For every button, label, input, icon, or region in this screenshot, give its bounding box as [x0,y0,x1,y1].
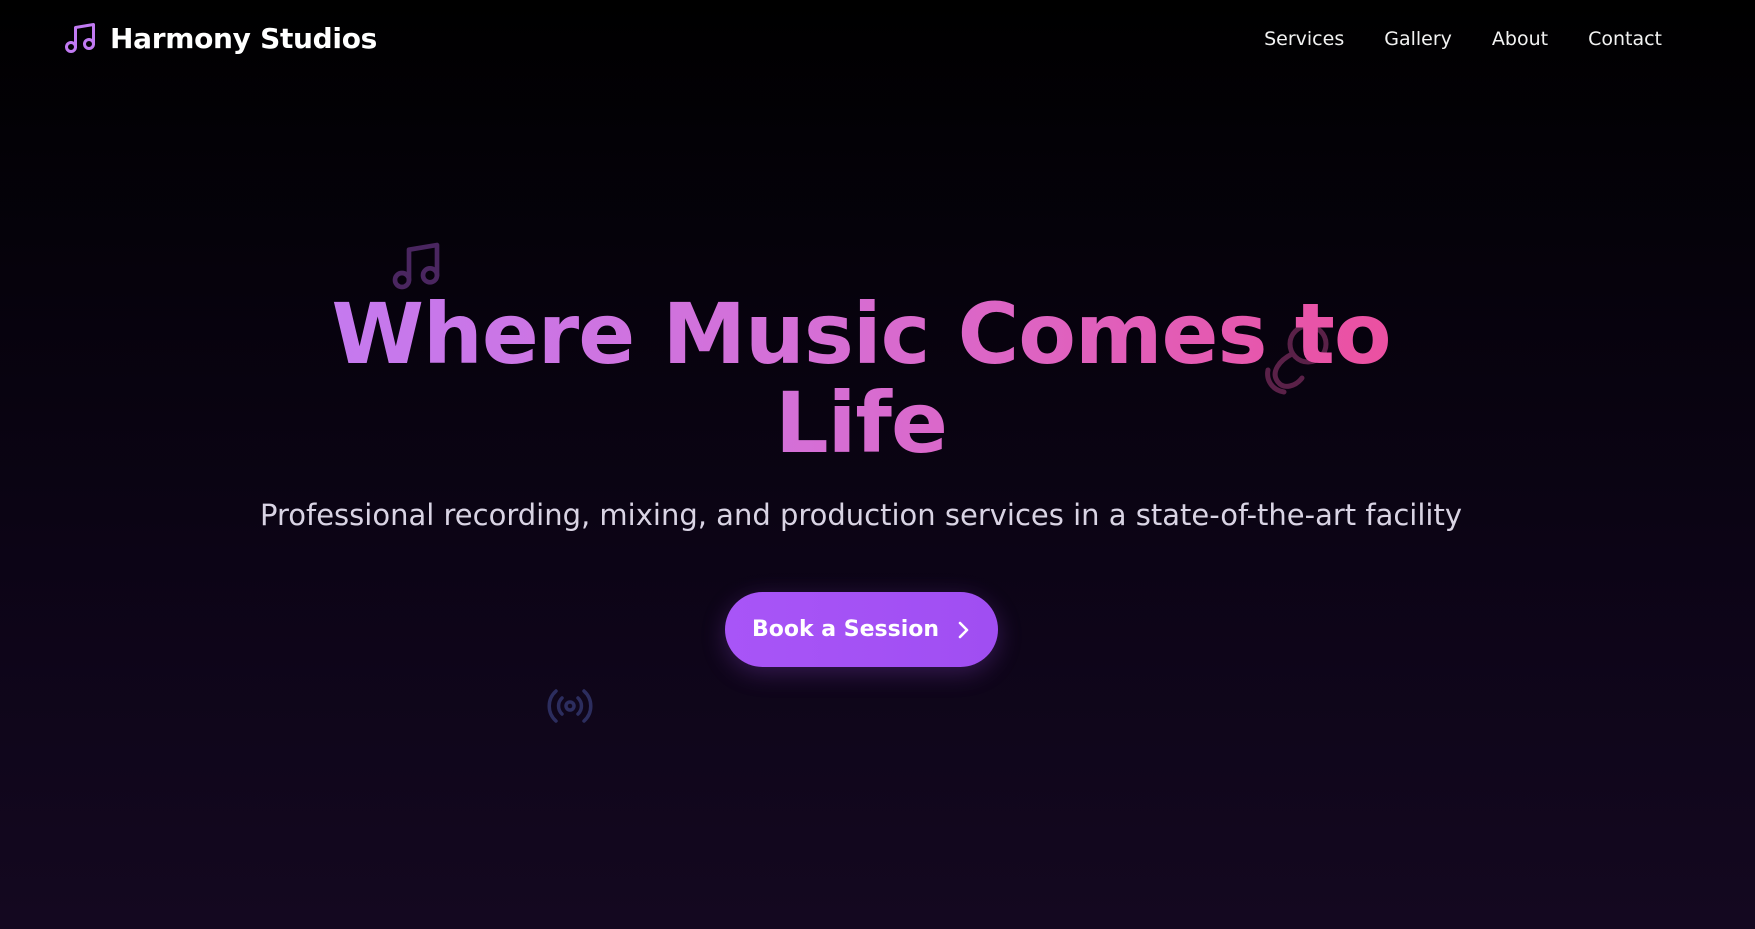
chevron-right-icon [955,619,971,641]
hero-subtitle: Professional recording, mixing, and prod… [260,498,1462,532]
nav-link-about[interactable]: About [1492,28,1548,50]
nav-link-contact[interactable]: Contact [1588,28,1662,50]
book-session-button[interactable]: Book a Session [725,592,998,667]
nav-link-gallery[interactable]: Gallery [1384,28,1452,50]
music-note-icon [62,20,98,56]
hero-section: Where Music Comes to Life Professional r… [0,290,1722,533]
top-navbar: Harmony Studios Services Gallery About C… [0,0,1755,84]
brand-logo-link[interactable]: Harmony Studios [62,20,377,56]
main-nav: Services Gallery About Contact [1264,28,1662,50]
book-session-label: Book a Session [751,617,940,642]
nav-link-services[interactable]: Services [1264,28,1344,50]
brand-name: Harmony Studios [110,21,378,55]
radio-broadcast-icon [545,686,595,726]
hero-title: Where Music Comes to Life [311,290,1411,468]
